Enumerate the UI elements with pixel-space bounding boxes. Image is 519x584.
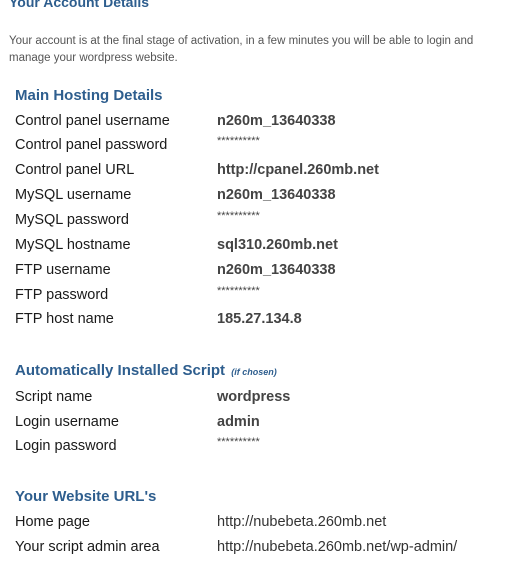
home-page-link[interactable]: http://nubebeta.260mb.net — [217, 514, 386, 530]
masked-password: ********** — [217, 210, 260, 222]
detail-label: Control panel username — [15, 113, 170, 129]
hosting-section-title: Main Hosting Details — [15, 87, 163, 104]
detail-label: Home page — [15, 514, 90, 530]
detail-row-login-username: Login username admin — [15, 414, 515, 434]
detail-value[interactable]: n260m_13640338 — [217, 187, 336, 203]
intro-text: Your account is at the final stage of ac… — [9, 35, 474, 64]
detail-label: Login username — [15, 414, 119, 430]
detail-value[interactable]: wordpress — [217, 389, 290, 405]
detail-label: FTP host name — [15, 311, 114, 327]
detail-row-control-panel-username: Control panel username n260m_13640338 — [15, 113, 515, 133]
detail-row-home-page: Home page http://nubebeta.260mb.net — [15, 514, 515, 534]
detail-row-mysql-hostname: MySQL hostname sql310.260mb.net — [15, 237, 515, 257]
detail-label: MySQL hostname — [15, 237, 131, 253]
detail-value[interactable]: sql310.260mb.net — [217, 237, 338, 253]
detail-row-ftp-host-name: FTP host name 185.27.134.8 — [15, 311, 515, 331]
detail-label: Script name — [15, 389, 93, 405]
urls-section-title: Your Website URL's — [15, 488, 157, 505]
detail-value[interactable]: n260m_13640338 — [217, 262, 336, 278]
detail-label: FTP password — [15, 287, 109, 303]
detail-value[interactable]: n260m_13640338 — [217, 113, 336, 129]
detail-row-control-panel-url: Control panel URL http://cpanel.260mb.ne… — [15, 162, 515, 182]
masked-password: ********** — [217, 285, 260, 297]
detail-row-script-name: Script name wordpress — [15, 389, 515, 409]
masked-password: ********** — [217, 436, 260, 448]
script-section-title-text: Automatically Installed Script — [15, 362, 226, 379]
detail-row-ftp-username: FTP username n260m_13640338 — [15, 262, 515, 282]
page-title: Your Account Details — [9, 0, 150, 10]
detail-row-ftp-password: FTP password ********** — [15, 285, 515, 307]
masked-password: ********** — [217, 135, 260, 147]
admin-area-link[interactable]: http://nubebeta.260mb.net/wp-admin/ — [217, 539, 457, 555]
detail-label: MySQL password — [15, 212, 129, 228]
detail-value[interactable]: 185.27.134.8 — [217, 311, 302, 327]
detail-label: MySQL username — [15, 187, 132, 203]
detail-row-mysql-username: MySQL username n260m_13640338 — [15, 187, 515, 207]
detail-label: Login password — [15, 438, 117, 454]
detail-row-mysql-password: MySQL password ********** — [15, 210, 515, 232]
detail-row-login-password: Login password ********** — [15, 436, 515, 458]
script-section-note: (if chosen) — [231, 367, 277, 377]
script-section-title: Automatically Installed Script (if chose… — [15, 362, 277, 379]
detail-label: Control panel password — [15, 137, 168, 153]
detail-label: Your script admin area — [15, 539, 160, 555]
detail-label: Control panel URL — [15, 162, 135, 178]
detail-value[interactable]: admin — [217, 414, 260, 430]
detail-value[interactable]: http://cpanel.260mb.net — [217, 162, 379, 178]
detail-row-control-panel-password: Control panel password ********** — [15, 135, 515, 157]
detail-label: FTP username — [15, 262, 111, 278]
detail-row-admin-area: Your script admin area http://nubebeta.2… — [15, 539, 515, 559]
